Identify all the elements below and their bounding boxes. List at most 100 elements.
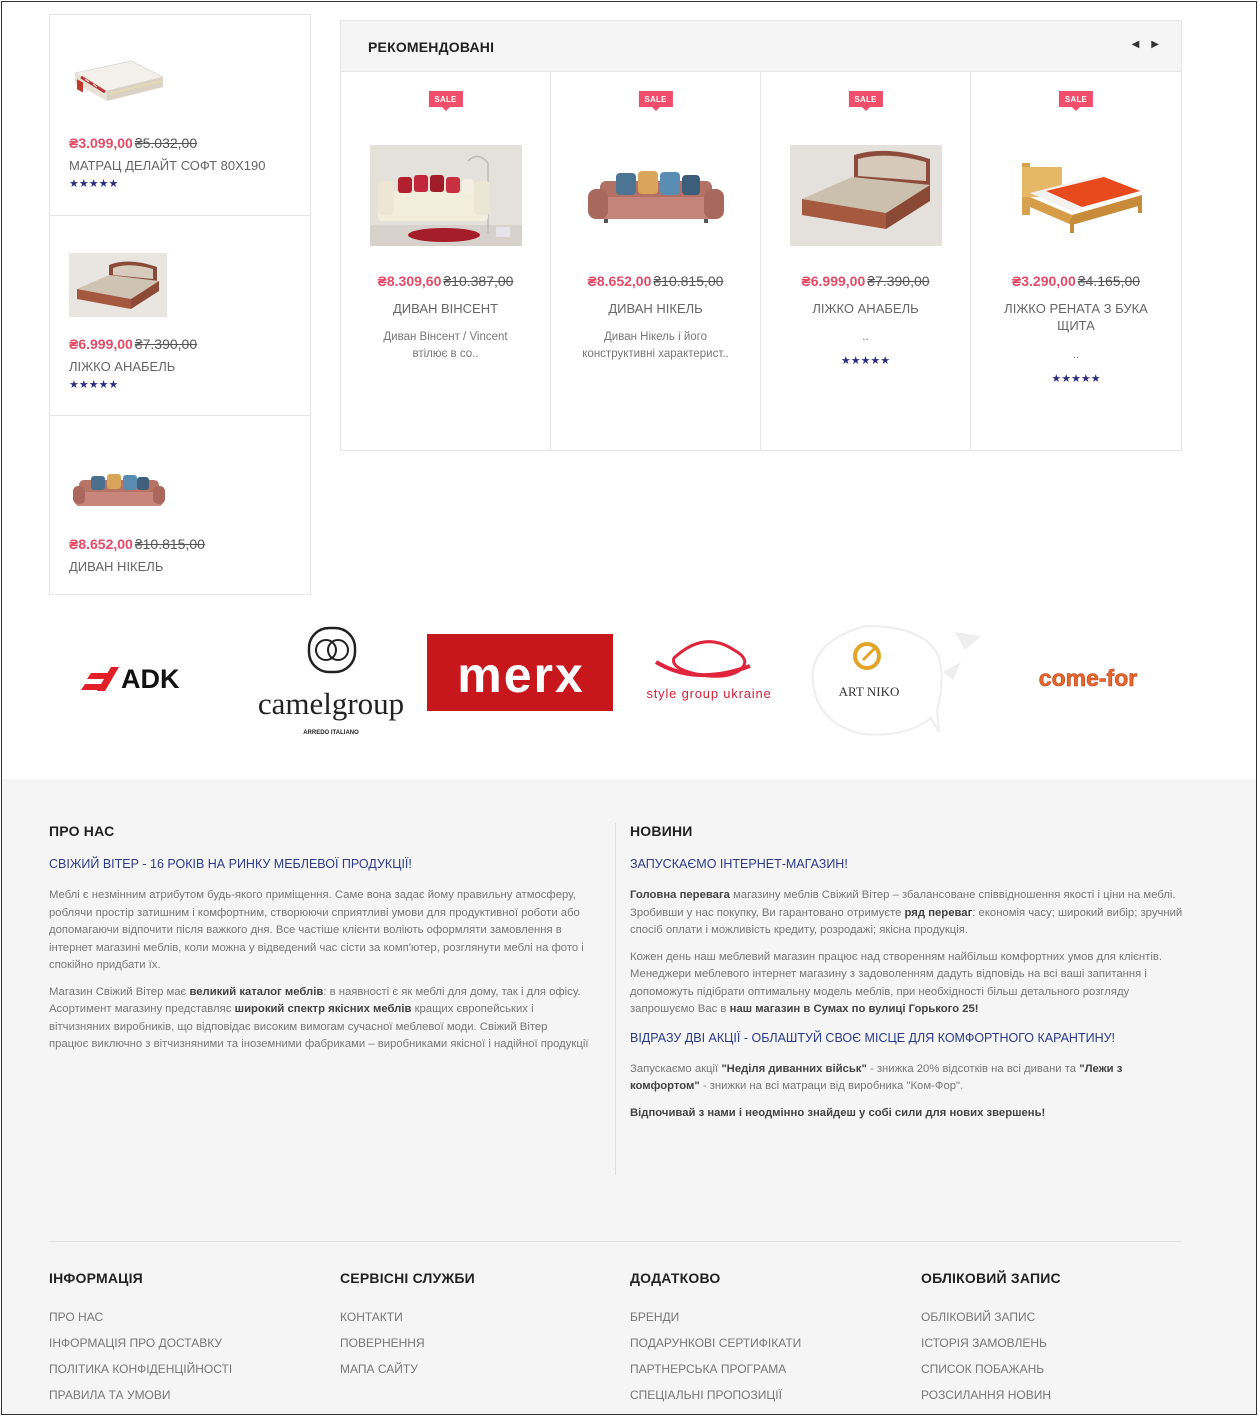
sofa-image[interactable] [69, 466, 167, 516]
news-paragraph: Кожен день наш меблевий магазин працює н… [630, 950, 1162, 1016]
price-old: ₴4.165,00 [1077, 273, 1141, 289]
sale-badge: SALE [848, 91, 883, 107]
about-subtitle[interactable]: СВІЖИЙ ВІТЕР - 16 РОКІВ НА РИНКУ МЕБЛЕВО… [49, 857, 589, 871]
brand-camelgroup-logo[interactable]: camelgroup ARREDO ITALIANO [238, 622, 424, 740]
price-old: ₴7.390,00 [134, 336, 198, 352]
sidebar-price: ₴3.099,00 ₴5.032,00 [69, 135, 197, 151]
footer-divider [615, 823, 616, 1175]
bed-anabel-image[interactable] [790, 145, 942, 246]
price-new: ₴3.290,00 [1011, 273, 1076, 289]
sidebar-product-name[interactable]: МАТРАЦ ДЕЛАЙТ СОФТ 80Х190 [69, 158, 265, 173]
footer-links-extras: ДОДАТКОВО БРЕНДИ ПОДАРУНКОВІ СЕРТИФІКАТИ… [630, 1270, 890, 1414]
brand-style-group-logo[interactable]: style group ukraine [616, 622, 802, 740]
brand-camelgroup-subtext: ARREDO ITALIANO [303, 730, 359, 736]
sofa-vincent-image[interactable] [370, 145, 522, 246]
product-price: ₴6.999,00 ₴7.390,00 [761, 273, 970, 289]
rating-stars: ★★★★★ [1051, 373, 1101, 385]
product-name[interactable]: ЛІЖКО АНАБЕЛЬ [781, 300, 950, 317]
sidebar-product-name[interactable]: ЛІЖКО АНАБЕЛЬ [69, 359, 175, 374]
footer-link[interactable]: ІСТОРІЯ ЗАМОВЛЕНЬ [921, 1336, 1181, 1362]
product-card[interactable]: SALE ₴6.999,00 ₴7.390,00 ЛІЖКО АНАБЕЛЬ ..… [761, 72, 971, 451]
news-title: НОВИНИ [630, 823, 693, 839]
rating-stars: ★★★★★ [69, 379, 119, 391]
sidebar-product-item[interactable]: ₴8.652,00 ₴10.815,00 ДИВАН НІКЕЛЬ [50, 416, 310, 594]
mattress-image[interactable] [69, 55, 167, 105]
brand-merx-text: merx [457, 647, 585, 703]
news-subtitle[interactable]: ЗАПУСКАЄМО ІНТЕРНЕТ-МАГАЗИН! [630, 857, 1186, 871]
footer-links-information: ІНФОРМАЦІЯ ПРО НАС ІНФОРМАЦІЯ ПРО ДОСТАВ… [49, 1270, 309, 1414]
news-paragraph: Запускаємо акції "Неділя диванних військ… [630, 1062, 1123, 1093]
about-title: ПРО НАС [49, 823, 115, 839]
sale-badge: SALE [1058, 91, 1094, 107]
brand-art-niko-logo[interactable]: ART NIKO [805, 622, 991, 740]
sidebar-product-list: ₴3.099,00 ₴5.032,00 МАТРАЦ ДЕЛАЙТ СОФТ 80… [49, 14, 311, 595]
footer-link[interactable]: СПИСОК ПОБАЖАНЬ [921, 1362, 1181, 1388]
product-name[interactable]: ДИВАН ВІНСЕНТ [361, 300, 530, 317]
bed-image[interactable] [69, 253, 167, 317]
footer-links-service: СЕРВІСНІ СЛУЖБИ КОНТАКТИ ПОВЕРНЕННЯ МАПА… [340, 1270, 600, 1388]
product-card[interactable]: SALE ₴8.652,00 ₴10.815,00 ДИВАН НІКЕЛЬ Ди… [551, 72, 761, 451]
footer-link[interactable]: МАПА САЙТУ [340, 1362, 600, 1388]
footer-link[interactable]: КОНТАКТИ [340, 1310, 600, 1336]
brand-come-for-text: come-for [1039, 665, 1137, 691]
product-name[interactable]: ДИВАН НІКЕЛЬ [571, 300, 740, 317]
carousel-prev-icon[interactable]: ◀ [1132, 39, 1140, 50]
brand-merx-logo[interactable]: merx [427, 622, 613, 740]
sale-badge: SALE [428, 91, 463, 107]
footer-links-title: ДОДАТКОВО [630, 1270, 721, 1286]
news-paragraph: Головна перевага магазину меблів Свіжий … [630, 889, 1183, 936]
price-new: ₴8.309,60 [377, 273, 442, 289]
product-card[interactable]: SALE ₴8.309,60 ₴10.387,00 ДИВАН ВІНСЕНТ … [341, 72, 551, 451]
price-old: ₴10.815,00 [653, 273, 724, 289]
brand-adk-text: ADK [121, 664, 180, 694]
recommended-products: РЕКОМЕНДОВАНІ ◀ ▶ SALE ₴8.309,60 ₴10.387… [340, 20, 1182, 451]
bed-renata-image[interactable] [1000, 145, 1152, 246]
product-name[interactable]: ЛІЖКО РЕНАТА З БУКА ЩИТА [991, 300, 1161, 334]
footer-link[interactable]: ПОВЕРНЕННЯ [340, 1336, 600, 1362]
footer-links-title: ІНФОРМАЦІЯ [49, 1270, 143, 1286]
recommended-title: РЕКОМЕНДОВАНІ [368, 39, 495, 55]
product-card[interactable]: SALE ₴3.290,00 ₴4.165,00 ЛІЖКО РЕНАТА З Б… [971, 72, 1181, 451]
footer: ПРО НАС СВІЖИЙ ВІТЕР - 16 РОКІВ НА РИНКУ… [2, 779, 1256, 1415]
sidebar-product-item[interactable]: ₴6.999,00 ₴7.390,00 ЛІЖКО АНАБЕЛЬ ★★★★★ [50, 216, 310, 416]
about-paragraph: Меблі є незмінним атрибутом будь-якого п… [49, 889, 584, 971]
news-subtitle-promo[interactable]: ВІДРАЗУ ДВІ АКЦІЇ - ОБЛАШТУЙ СВОЄ МІСЦЕ … [630, 1031, 1186, 1045]
sofa-nikel-image[interactable] [580, 145, 732, 246]
footer-about: ПРО НАС СВІЖИЙ ВІТЕР - 16 РОКІВ НА РИНКУ… [49, 823, 589, 1054]
footer-links-title: ОБЛІКОВИЙ ЗАПИС [921, 1270, 1061, 1286]
footer-separator [49, 1241, 1182, 1242]
rating-stars: ★★★★★ [69, 178, 119, 190]
footer-link[interactable]: ІНФОРМАЦІЯ ПРО ДОСТАВКУ [49, 1336, 309, 1362]
about-paragraph: Магазин Свіжий Вітер має великий каталог… [49, 985, 589, 1051]
product-price: ₴8.309,60 ₴10.387,00 [341, 273, 550, 289]
footer-link[interactable]: ПОДАРУНКОВІ СЕРТИФІКАТИ [630, 1336, 890, 1362]
price-old: ₴7.390,00 [867, 273, 930, 289]
price-new: ₴6.999,00 [801, 273, 866, 289]
brand-adk-logo[interactable]: ADK [49, 622, 235, 740]
price-new: ₴3.099,00 [69, 135, 133, 151]
sidebar-product-name[interactable]: ДИВАН НІКЕЛЬ [69, 559, 163, 574]
sale-badge: SALE [638, 91, 673, 107]
brand-come-for-logo[interactable]: come-for [994, 622, 1180, 740]
price-new: ₴8.652,00 [69, 536, 133, 552]
footer-link[interactable]: ПОЛІТИКА КОНФІДЕНЦІЙНОСТІ [49, 1362, 309, 1388]
price-old: ₴10.815,00 [134, 536, 205, 552]
carousel-nav: ◀ ▶ [1132, 39, 1159, 50]
sidebar-product-item[interactable]: ₴3.099,00 ₴5.032,00 МАТРАЦ ДЕЛАЙТ СОФТ 80… [50, 15, 310, 216]
footer-link[interactable]: ОБЛІКОВИЙ ЗАПИС [921, 1310, 1181, 1336]
footer-link[interactable]: БРЕНДИ [630, 1310, 890, 1336]
footer-link[interactable]: ПАРТНЕРСЬКА ПРОГРАМА [630, 1362, 890, 1388]
sidebar-price: ₴8.652,00 ₴10.815,00 [69, 536, 205, 552]
rating-stars: ★★★★★ [840, 355, 891, 367]
price-new: ₴6.999,00 [69, 336, 133, 352]
price-old: ₴10.387,00 [443, 273, 514, 289]
footer-link[interactable]: СПЕЦІАЛЬНІ ПРОПОЗИЦІЇ [630, 1388, 890, 1414]
price-old: ₴5.032,00 [134, 135, 198, 151]
carousel-next-icon[interactable]: ▶ [1151, 39, 1159, 50]
footer-links-title: СЕРВІСНІ СЛУЖБИ [340, 1270, 475, 1286]
footer-link[interactable]: ПРАВИЛА ТА УМОВИ [49, 1388, 309, 1414]
brand-carousel: ADK camelgroup ARREDO ITALIANO merx styl… [49, 622, 1182, 740]
footer-link[interactable]: РОЗСИЛАННЯ НОВИН [921, 1388, 1181, 1414]
footer-link[interactable]: ПРО НАС [49, 1310, 309, 1336]
product-description: Диван Нікель і його конструктивні характ… [582, 331, 729, 360]
